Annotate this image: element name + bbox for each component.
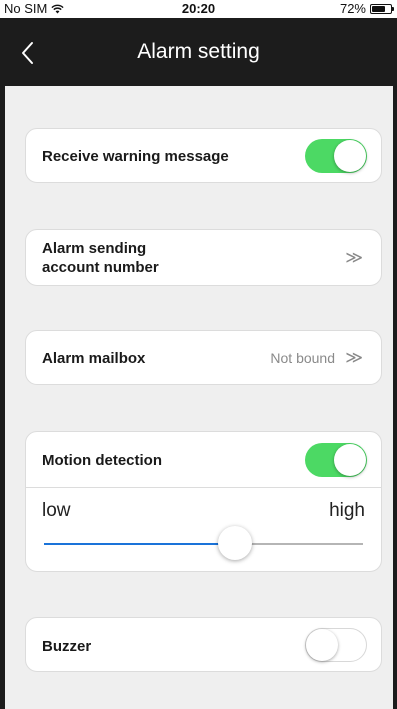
- battery-fill: [372, 6, 385, 12]
- buzzer-label: Buzzer: [42, 638, 92, 655]
- receive-warning-row: Receive warning message: [25, 128, 382, 183]
- slider-thumb[interactable]: [218, 526, 253, 560]
- alarm-account-label-line2: account number: [42, 259, 159, 276]
- battery-percent: 72%: [339, 1, 366, 16]
- receive-warning-toggle[interactable]: [305, 139, 367, 173]
- alarm-account-label-line1: Alarm sending: [42, 240, 147, 257]
- motion-detection-card: Motion detection low high: [25, 431, 382, 572]
- receive-warning-label: Receive warning message: [42, 148, 229, 165]
- alarm-mailbox-value: Not bound: [270, 350, 335, 366]
- slider-low-label: low: [42, 500, 71, 521]
- alarm-mailbox-row[interactable]: Alarm mailbox Not bound ≫: [25, 330, 382, 385]
- motion-detection-toggle[interactable]: [305, 443, 367, 477]
- status-bar: No SIM 20:20 72%: [0, 0, 397, 18]
- alarm-account-row[interactable]: Alarm sending account number ≫: [25, 229, 382, 286]
- slider-high-label: high: [329, 500, 365, 521]
- status-time: 20:20: [181, 1, 216, 16]
- sensitivity-slider[interactable]: [44, 526, 363, 560]
- divider: [26, 487, 381, 488]
- slider-fill: [44, 543, 236, 545]
- toggle-knob: [334, 140, 366, 172]
- buzzer-row: Buzzer: [25, 617, 382, 672]
- double-chevron-right-icon[interactable]: ≫: [345, 348, 363, 368]
- status-right: 72%: [339, 0, 394, 18]
- settings-content: Receive warning message Alarm sending ac…: [5, 86, 393, 709]
- toggle-knob: [334, 444, 366, 476]
- nav-bar: Alarm setting: [0, 18, 397, 86]
- alarm-mailbox-label: Alarm mailbox: [42, 350, 146, 367]
- page-title: Alarm setting: [137, 40, 260, 63]
- app-root: No SIM 20:20 72% Alarm setting Receive w…: [0, 0, 397, 709]
- toggle-knob: [306, 629, 338, 661]
- buzzer-toggle[interactable]: [305, 628, 367, 662]
- double-chevron-right-icon[interactable]: ≫: [345, 248, 363, 268]
- battery-icon: [370, 4, 394, 14]
- motion-detection-label: Motion detection: [42, 452, 162, 469]
